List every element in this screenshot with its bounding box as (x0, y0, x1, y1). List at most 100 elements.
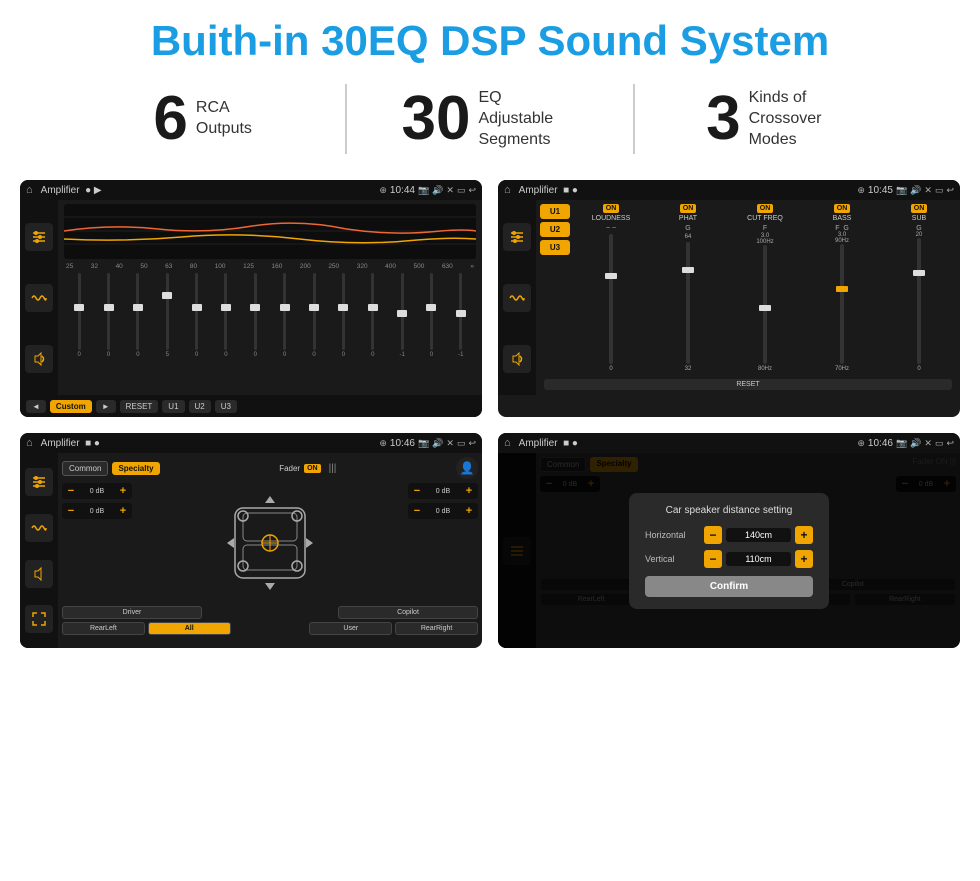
ch-sub-slider[interactable] (882, 238, 956, 364)
speaker-speaker-icon[interactable] (25, 560, 53, 588)
specialty-tab[interactable]: Specialty (112, 462, 159, 475)
eq-slider-8[interactable]: 0 (301, 273, 327, 358)
eq-u3-btn[interactable]: U3 (215, 400, 237, 413)
db-control-fr: − 0 dB + (408, 483, 478, 499)
db-control-rl: − 0 dB + (62, 503, 132, 519)
crossover-speaker-icon[interactable] (503, 345, 531, 373)
db-minus-fl[interactable]: − (65, 485, 77, 497)
eq-prev-btn[interactable]: ◄ (26, 400, 46, 413)
eq-slider-2[interactable]: 0 (125, 273, 151, 358)
eq-slider-6[interactable]: 0 (242, 273, 268, 358)
window-icon-dialog: ▭ (935, 438, 944, 449)
eq-u1-btn[interactable]: U1 (162, 400, 184, 413)
crossover-wave-icon[interactable] (503, 284, 531, 312)
eq-slider-9[interactable]: 0 (330, 273, 356, 358)
status-bar-eq: ⌂ Amplifier ● ▶ ⊕ 10:44 📷 🔊 ✕ ▭ ↩ (20, 180, 482, 200)
eq-freq-labels: 25 32 40 50 63 80 100 125 160 200 250 32… (64, 263, 476, 270)
confirm-button[interactable]: Confirm (645, 576, 813, 597)
speaker-expand-icon[interactable] (25, 605, 53, 633)
db-minus-fr[interactable]: − (411, 485, 423, 497)
crossover-eq-icon[interactable] (503, 223, 531, 251)
eq-slider-10[interactable]: 0 (360, 273, 386, 358)
eq-slider-0[interactable]: 0 (66, 273, 92, 358)
db-minus-rr[interactable]: − (411, 505, 423, 517)
eq-sidebar-eq-icon[interactable] (25, 223, 53, 251)
speaker-bottom-btns: Driver Copilot (62, 606, 478, 619)
common-tab[interactable]: Common (62, 461, 108, 476)
u1-btn[interactable]: U1 (540, 204, 570, 219)
crossover-sidebar (498, 200, 536, 395)
eq-slider-13[interactable]: -1 (448, 273, 474, 358)
ch-phat-on[interactable]: ON (680, 204, 697, 213)
all-btn[interactable]: All (148, 622, 231, 635)
ch-cutfreq: ON CUT FREQ F 3.0 100Hz 80Hz (728, 204, 802, 372)
stat-crossover: 3 Kinds ofCrossover Modes (635, 88, 920, 150)
eq-slider-12[interactable]: 0 (418, 273, 444, 358)
eq-slider-7[interactable]: 0 (272, 273, 298, 358)
crossover-main: U1 U2 U3 ON LOUDNESS ~ ~ (536, 200, 960, 395)
vertical-plus-btn[interactable]: + (795, 550, 813, 568)
eq-slider-3[interactable]: 5 (154, 273, 180, 358)
status-bar-speaker: ⌂ Amplifier ■ ● ⊕ 10:46 📷 🔊 ✕ ▭ ↩ (20, 433, 482, 453)
ch-bass: ON BASS F G 3.0 90Hz 70Hz (805, 204, 879, 372)
crossover-reset-btn[interactable]: RESET (544, 379, 952, 390)
close-icon-dialog: ✕ (924, 438, 932, 449)
ch-bass-slider[interactable] (805, 244, 879, 364)
ch-bass-on[interactable]: ON (834, 204, 851, 213)
window-icon-crossover: ▭ (935, 185, 944, 196)
copilot-btn[interactable]: Copilot (338, 606, 478, 619)
ch-loudness-slider[interactable] (574, 234, 648, 364)
eq-body: 25 32 40 50 63 80 100 125 160 200 250 32… (20, 200, 482, 395)
rearleft-btn[interactable]: RearLeft (62, 622, 145, 635)
db-minus-rl[interactable]: − (65, 505, 77, 517)
home-icon-dialog: ⌂ (504, 437, 511, 449)
screen-eq: ⌂ Amplifier ● ▶ ⊕ 10:44 📷 🔊 ✕ ▭ ↩ (20, 180, 482, 417)
fader-sliders: ||| (329, 463, 337, 474)
app-title-eq: Amplifier ● ▶ (41, 185, 376, 196)
db-plus-fl[interactable]: + (117, 485, 129, 497)
ch-sub-on[interactable]: ON (911, 204, 928, 213)
speaker-wave-icon[interactable] (25, 514, 53, 542)
ch-loudness-on[interactable]: ON (603, 204, 620, 213)
ch-cutfreq-on[interactable]: ON (757, 204, 774, 213)
db-plus-fr[interactable]: + (463, 485, 475, 497)
person-icon-speaker: 👤 (456, 457, 478, 479)
driver-btn[interactable]: Driver (62, 606, 202, 619)
eq-reset-btn[interactable]: RESET (120, 400, 159, 413)
crossover-reset-area: RESET (536, 374, 960, 395)
eq-slider-5[interactable]: 0 (213, 273, 239, 358)
volume-icon-speaker: 🔊 (432, 438, 443, 449)
speaker-eq-icon[interactable] (25, 468, 53, 496)
location-icon-dialog: ⊕ (857, 438, 865, 449)
eq-slider-1[interactable]: 0 (95, 273, 121, 358)
db-plus-rr[interactable]: + (463, 505, 475, 517)
eq-sidebar-wave-icon[interactable] (25, 284, 53, 312)
rearright-btn[interactable]: RearRight (395, 622, 478, 635)
db-plus-rl[interactable]: + (117, 505, 129, 517)
spacer2 (234, 622, 307, 635)
eq-u2-btn[interactable]: U2 (189, 400, 211, 413)
eq-next-btn[interactable]: ► (96, 400, 116, 413)
home-icon-eq: ⌂ (26, 184, 33, 196)
dialog-vertical-row: Vertical − 110cm + (645, 550, 813, 568)
vertical-minus-btn[interactable]: − (704, 550, 722, 568)
time-speaker: 10:46 (390, 438, 415, 449)
u3-btn[interactable]: U3 (540, 240, 570, 255)
ch-phat-slider[interactable] (651, 242, 725, 364)
eq-sidebar (20, 200, 58, 395)
ch-cutfreq-slider[interactable] (728, 245, 802, 364)
speaker-center (138, 483, 402, 603)
eq-slider-4[interactable]: 0 (183, 273, 209, 358)
dialog-title: Car speaker distance setting (645, 505, 813, 516)
user-btn[interactable]: User (309, 622, 392, 635)
eq-slider-11[interactable]: -1 (389, 273, 415, 358)
eq-graph (64, 204, 476, 259)
window-icon-speaker: ▭ (457, 438, 466, 449)
eq-sidebar-speaker-icon[interactable] (25, 345, 53, 373)
fader-on-badge[interactable]: ON (304, 464, 321, 473)
horizontal-label: Horizontal (645, 530, 700, 540)
u2-btn[interactable]: U2 (540, 222, 570, 237)
eq-custom-btn[interactable]: Custom (50, 400, 92, 413)
horizontal-plus-btn[interactable]: + (795, 526, 813, 544)
horizontal-minus-btn[interactable]: − (704, 526, 722, 544)
